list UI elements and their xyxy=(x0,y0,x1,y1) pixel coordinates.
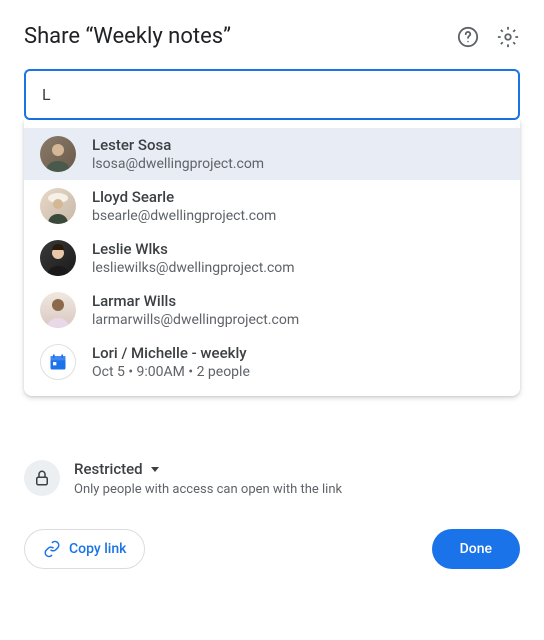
settings-icon[interactable] xyxy=(496,25,520,49)
copy-link-label: Copy link xyxy=(69,541,126,557)
avatar xyxy=(40,292,76,328)
suggestion-text: Larmar Wills larmarwills@dwellingproject… xyxy=(92,292,299,328)
header-actions xyxy=(456,25,520,49)
calendar-icon xyxy=(40,344,76,380)
suggestion-name: Lester Sosa xyxy=(92,136,264,154)
suggestion-detail: Oct 5 • 9:00AM • 2 people xyxy=(92,364,250,380)
help-icon[interactable] xyxy=(456,25,480,49)
suggestion-email: larmarwills@dwellingproject.com xyxy=(92,312,299,328)
suggestion-email: lsosa@dwellingproject.com xyxy=(92,156,264,172)
dialog-title: Share “Weekly notes” xyxy=(24,24,231,49)
search-container: Lester Sosa lsosa@dwellingproject.com Ll… xyxy=(24,69,520,120)
people-search-input[interactable] xyxy=(24,69,520,120)
suggestion-item[interactable]: Lloyd Searle bsearle@dwellingproject.com xyxy=(24,180,520,232)
done-button[interactable]: Done xyxy=(432,529,520,569)
suggestion-text: Leslie Wlks lesliewilks@dwellingproject.… xyxy=(92,240,295,276)
suggestion-text: Lloyd Searle bsearle@dwellingproject.com xyxy=(92,188,276,224)
link-icon xyxy=(43,540,61,558)
access-level-selector[interactable]: Restricted xyxy=(74,460,342,478)
access-description: Only people with access can open with th… xyxy=(74,482,342,497)
suggestion-name: Lloyd Searle xyxy=(92,188,276,206)
avatar xyxy=(40,136,76,172)
lock-icon xyxy=(24,460,60,496)
access-level-label: Restricted xyxy=(74,460,143,478)
suggestion-text: Lori / Michelle - weekly Oct 5 • 9:00AM … xyxy=(92,344,250,380)
dialog-footer: Copy link Done xyxy=(24,529,520,569)
suggestion-item[interactable]: Larmar Wills larmarwills@dwellingproject… xyxy=(24,284,520,336)
suggestion-email: lesliewilks@dwellingproject.com xyxy=(92,260,295,276)
avatar xyxy=(40,188,76,224)
avatar xyxy=(40,240,76,276)
suggestion-item[interactable]: Lori / Michelle - weekly Oct 5 • 9:00AM … xyxy=(24,336,520,388)
general-access-section: Restricted Only people with access can o… xyxy=(24,460,520,497)
dialog-header: Share “Weekly notes” xyxy=(24,24,520,49)
suggestion-item[interactable]: Leslie Wlks lesliewilks@dwellingproject.… xyxy=(24,232,520,284)
suggestions-dropdown: Lester Sosa lsosa@dwellingproject.com Ll… xyxy=(24,120,520,396)
access-text-block: Restricted Only people with access can o… xyxy=(74,460,342,497)
suggestion-name: Lori / Michelle - weekly xyxy=(92,344,250,362)
suggestion-name: Leslie Wlks xyxy=(92,240,295,258)
copy-link-button[interactable]: Copy link xyxy=(24,529,145,569)
suggestion-item[interactable]: Lester Sosa lsosa@dwellingproject.com xyxy=(24,128,520,180)
suggestion-name: Larmar Wills xyxy=(92,292,299,310)
chevron-down-icon xyxy=(151,467,159,472)
suggestion-email: bsearle@dwellingproject.com xyxy=(92,208,276,224)
suggestion-text: Lester Sosa lsosa@dwellingproject.com xyxy=(92,136,264,172)
